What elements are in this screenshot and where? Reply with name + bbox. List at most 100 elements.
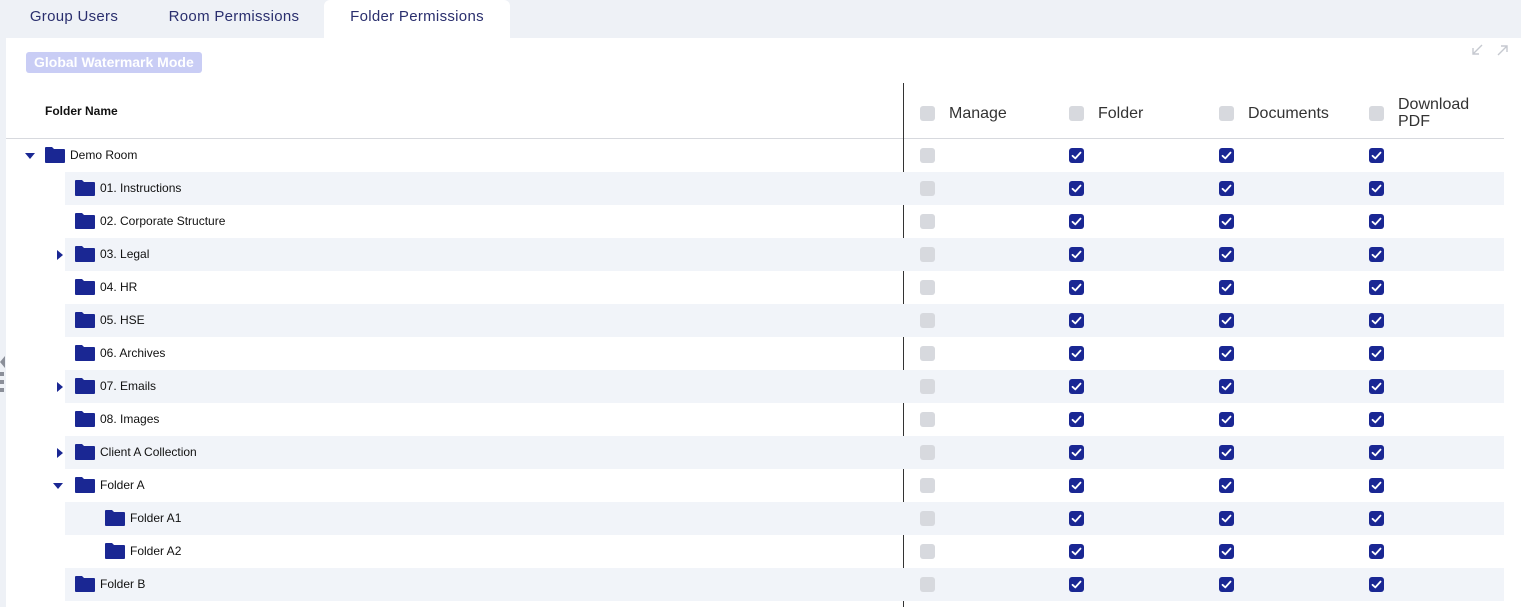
caret-down-icon[interactable] [53,481,63,491]
download-pdf-checkbox[interactable] [1369,280,1384,295]
table-row: Demo Room [6,139,1504,172]
column-header-manage-label: Manage [949,104,1007,122]
folder-checkbox[interactable] [1069,181,1084,196]
manage-checkbox[interactable] [920,346,935,361]
folder-checkbox[interactable] [1069,511,1084,526]
download-pdf-checkbox[interactable] [1369,313,1384,328]
download-pdf-checkbox[interactable] [1369,181,1384,196]
download-pdf-checkbox[interactable] [1369,478,1384,493]
manage-checkbox[interactable] [920,445,935,460]
download-pdf-checkbox[interactable] [1369,346,1384,361]
documents-checkbox[interactable] [1219,511,1234,526]
folder-checkbox[interactable] [1069,148,1084,163]
documents-checkbox[interactable] [1219,478,1234,493]
download-pdf-select-all-checkbox[interactable] [1369,105,1384,121]
folder-permissions-panel: Global Watermark Mode Folder Name Manage… [6,38,1521,607]
documents-checkbox[interactable] [1219,379,1234,394]
folder-checkbox[interactable] [1069,478,1084,493]
folder-name[interactable]: Client A Collection [100,445,197,459]
download-pdf-checkbox[interactable] [1369,247,1384,262]
folder-name[interactable]: 02. Corporate Structure [100,214,225,228]
folder-checkbox[interactable] [1069,412,1084,427]
download-pdf-checkbox[interactable] [1369,511,1384,526]
download-pdf-checkbox[interactable] [1369,445,1384,460]
folder-name[interactable]: Folder A1 [130,511,181,525]
caret-right-icon[interactable] [55,250,65,260]
manage-checkbox[interactable] [920,544,935,559]
documents-checkbox[interactable] [1219,280,1234,295]
checkmark-icon [1071,481,1082,490]
download-pdf-checkbox[interactable] [1369,379,1384,394]
folder-select-all-checkbox[interactable] [1069,105,1084,121]
manage-checkbox[interactable] [920,280,935,295]
tab-group-users[interactable]: Group Users [14,0,134,38]
documents-checkbox[interactable] [1219,181,1234,196]
documents-checkbox[interactable] [1219,214,1234,229]
table-row: 03. Legal [6,238,1504,271]
caret-right-icon[interactable] [55,382,65,392]
arrow-out-icon[interactable] [1497,44,1509,56]
documents-checkbox[interactable] [1219,247,1234,262]
folder-name[interactable]: 06. Archives [100,346,165,360]
documents-checkbox[interactable] [1219,313,1234,328]
row-background [65,436,1504,469]
folder-name[interactable]: Demo Room [70,148,137,162]
documents-checkbox[interactable] [1219,346,1234,361]
folder-checkbox[interactable] [1069,313,1084,328]
folder-name[interactable]: 03. Legal [100,247,149,261]
folder-checkbox[interactable] [1069,379,1084,394]
arrow-in-icon[interactable] [1471,44,1483,56]
folder-name[interactable]: 04. HR [100,280,137,294]
documents-checkbox[interactable] [1219,577,1234,592]
folder-name[interactable]: 05. HSE [100,313,145,327]
folder-name[interactable]: Folder A2 [130,544,181,558]
manage-checkbox[interactable] [920,478,935,493]
folder-checkbox[interactable] [1069,577,1084,592]
download-pdf-label-line1: Download [1398,96,1470,113]
folder-name[interactable]: 07. Emails [100,379,156,393]
column-header-folder-label: Folder [1098,104,1144,122]
folder-checkbox[interactable] [1069,544,1084,559]
tab-room-permissions[interactable]: Room Permissions [156,0,312,38]
documents-checkbox[interactable] [1219,412,1234,427]
manage-checkbox[interactable] [920,511,935,526]
manage-checkbox[interactable] [920,148,935,163]
folder-checkbox[interactable] [1069,445,1084,460]
download-pdf-checkbox[interactable] [1369,148,1384,163]
documents-checkbox[interactable] [1219,148,1234,163]
folder-checkbox[interactable] [1069,346,1084,361]
download-pdf-checkbox[interactable] [1369,412,1384,427]
global-watermark-mode-button[interactable]: Global Watermark Mode [26,52,202,73]
documents-select-all-checkbox[interactable] [1219,105,1234,121]
download-pdf-label-line2: PDF [1398,113,1430,130]
checkmark-icon [1371,250,1382,259]
manage-checkbox[interactable] [920,247,935,262]
download-pdf-checkbox[interactable] [1369,544,1384,559]
folder-checkbox[interactable] [1069,247,1084,262]
manage-checkbox[interactable] [920,181,935,196]
manage-select-all-checkbox[interactable] [920,105,935,121]
documents-checkbox[interactable] [1219,544,1234,559]
folder-name[interactable]: 08. Images [100,412,159,426]
folder-name[interactable]: Folder A [100,478,145,492]
documents-checkbox[interactable] [1219,445,1234,460]
download-pdf-checkbox[interactable] [1369,214,1384,229]
download-pdf-checkbox[interactable] [1369,577,1384,592]
folder-checkbox[interactable] [1069,214,1084,229]
manage-checkbox[interactable] [920,214,935,229]
manage-checkbox[interactable] [920,577,935,592]
tab-folder-permissions[interactable]: Folder Permissions [324,0,510,38]
caret-right-icon[interactable] [55,448,65,458]
folder-name[interactable]: Folder B [100,577,145,591]
caret-down-icon[interactable] [25,151,35,161]
manage-checkbox[interactable] [920,313,935,328]
manage-checkbox[interactable] [920,412,935,427]
checkmark-icon [1071,151,1082,160]
checkmark-icon [1221,184,1232,193]
folder-icon [75,213,95,229]
side-drag-handle[interactable] [0,356,5,402]
checkmark-icon [1371,283,1382,292]
manage-checkbox[interactable] [920,379,935,394]
folder-checkbox[interactable] [1069,280,1084,295]
folder-name[interactable]: 01. Instructions [100,181,181,195]
